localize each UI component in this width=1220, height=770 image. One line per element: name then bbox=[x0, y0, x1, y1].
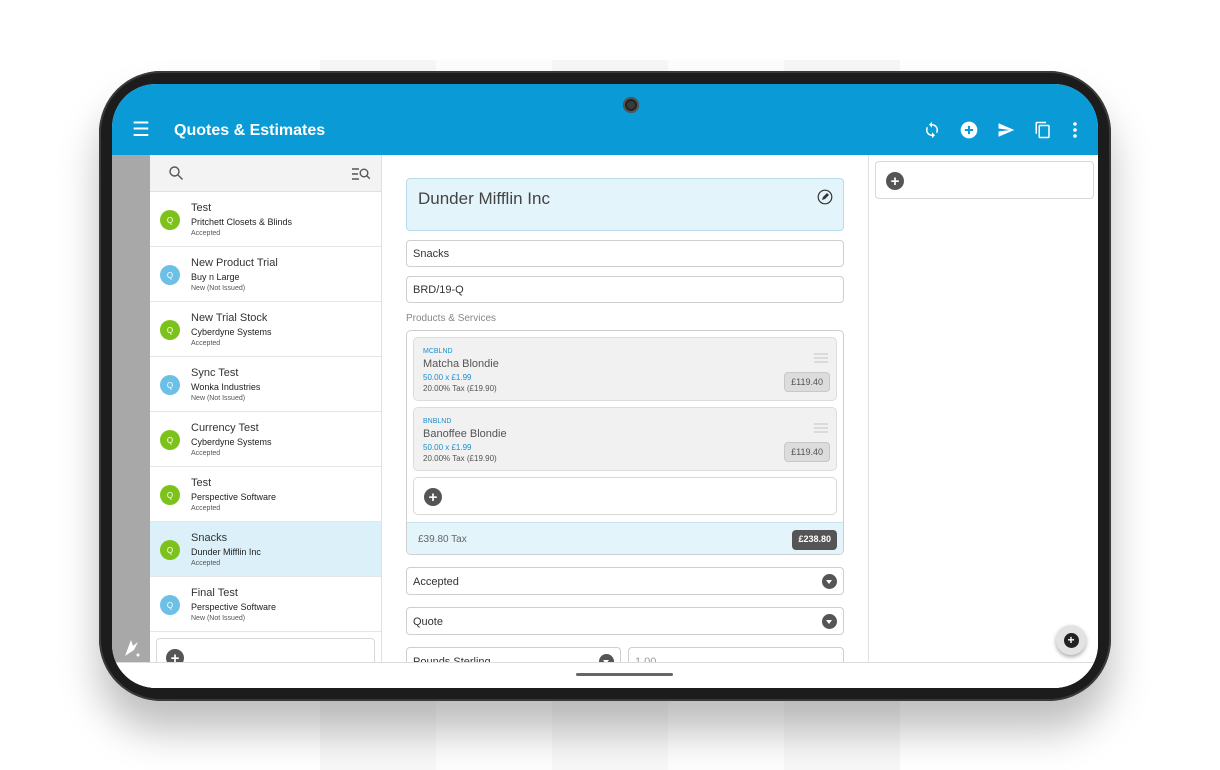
quote-status: Accepted bbox=[191, 340, 221, 347]
drag-handle-icon[interactable] bbox=[814, 420, 828, 433]
product-code: BNBLND bbox=[423, 418, 452, 425]
quote-title: Currency Test bbox=[191, 422, 259, 434]
drag-handle-icon[interactable] bbox=[814, 350, 828, 363]
list-item[interactable]: Q Test Perspective Software Accepted bbox=[150, 467, 381, 522]
add-circle-icon[interactable] bbox=[957, 118, 981, 142]
product-name: Matcha Blondie bbox=[423, 358, 499, 370]
list-item[interactable]: Q New Trial Stock Cyberdyne Systems Accepte… bbox=[150, 302, 381, 357]
product-quantity: 50.00 x £1.99 bbox=[423, 373, 472, 382]
navigation-rail bbox=[112, 155, 150, 688]
filter-search-icon[interactable] bbox=[351, 166, 371, 182]
avatar: Q bbox=[160, 210, 180, 230]
avatar: Q bbox=[160, 540, 180, 560]
page-title: Quotes & Estimates bbox=[174, 122, 326, 139]
avatar: Q bbox=[160, 485, 180, 505]
quote-customer: Cyberdyne Systems bbox=[191, 327, 272, 337]
stage: ☰ Quotes & Estimates Q Test Pritchett Cl… bbox=[0, 0, 1220, 770]
quote-customer: Perspective Software bbox=[191, 602, 277, 612]
tax-total: £39.80 Tax bbox=[418, 534, 467, 545]
product-tax: 20.00% Tax (£19.90) bbox=[423, 454, 497, 463]
product-amount-badge: £119.40 bbox=[784, 442, 830, 462]
list-item[interactable]: Q Final Test Perspective Software New (Not … bbox=[150, 577, 381, 632]
floating-add-button[interactable]: + bbox=[1056, 625, 1086, 655]
quote-status: Accepted bbox=[191, 505, 221, 512]
grand-total-badge: £238.80 bbox=[792, 530, 837, 550]
camera-icon bbox=[623, 97, 639, 113]
list-item[interactable]: Q Sync Test Wonka Industries New (Not Issue… bbox=[150, 357, 381, 412]
quote-customer: Cyberdyne Systems bbox=[191, 437, 272, 447]
system-nav-bar bbox=[112, 662, 1098, 688]
more-vert-icon[interactable] bbox=[1063, 118, 1087, 142]
totals-bar: £39.80 Tax £238.80 bbox=[407, 522, 843, 554]
quote-status: New (Not Issued) bbox=[191, 615, 246, 622]
menu-icon[interactable]: ☰ bbox=[132, 120, 150, 140]
product-line[interactable]: BNBLND Banoffee Blondie 50.00 x £1.99 20.00… bbox=[413, 407, 837, 471]
quote-status: New (Not Issued) bbox=[191, 285, 246, 292]
quote-customer: Wonka Industries bbox=[191, 382, 261, 392]
chevron-down-icon[interactable] bbox=[822, 614, 837, 629]
status-value: Accepted bbox=[413, 576, 459, 588]
add-icon[interactable]: + bbox=[424, 488, 442, 506]
quote-title: Snacks bbox=[191, 532, 228, 544]
product-quantity: 50.00 x £1.99 bbox=[423, 443, 472, 452]
product-tax: 20.00% Tax (£19.90) bbox=[423, 384, 497, 393]
brand-logo-icon bbox=[122, 636, 142, 658]
copy-icon[interactable] bbox=[1031, 118, 1055, 142]
quote-customer: Dunder Mifflin Inc bbox=[191, 547, 261, 557]
type-select[interactable]: Quote bbox=[406, 607, 844, 635]
quote-customer: Buy n Large bbox=[191, 272, 240, 282]
list-item[interactable]: Q Test Pritchett Closets & Blinds Accepted bbox=[150, 192, 381, 247]
quote-customer: Perspective Software bbox=[191, 492, 277, 502]
list-item[interactable]: Q New Product Trial Buy n Large New (Not Is… bbox=[150, 247, 381, 302]
avatar: Q bbox=[160, 320, 180, 340]
type-value: Quote bbox=[413, 616, 443, 628]
search-bar bbox=[150, 155, 381, 192]
quote-list: Q Test Pritchett Closets & Blinds Accepted Q… bbox=[150, 155, 382, 688]
app-bar: ☰ Quotes & Estimates bbox=[112, 84, 1098, 155]
quote-title: New Trial Stock bbox=[191, 312, 268, 324]
quote-items: Q Test Pritchett Closets & Blinds Accepted Q… bbox=[150, 192, 381, 632]
edit-icon[interactable] bbox=[817, 189, 833, 205]
quote-title: Test bbox=[191, 477, 212, 489]
avatar: Q bbox=[160, 595, 180, 615]
product-name: Banoffee Blondie bbox=[423, 428, 507, 440]
send-icon[interactable] bbox=[994, 118, 1018, 142]
list-item[interactable]: Q Currency Test Cyberdyne Systems Accepted bbox=[150, 412, 381, 467]
product-code: MCBLND bbox=[423, 348, 453, 355]
side-panel: + + bbox=[868, 155, 1098, 688]
add-icon: + bbox=[1063, 632, 1079, 648]
quote-detail: Dunder Mifflin Inc Snacks BRD/19-Q Produ… bbox=[383, 155, 867, 688]
customer-name: Dunder Mifflin Inc bbox=[418, 189, 550, 208]
add-icon[interactable]: + bbox=[886, 172, 904, 190]
quote-status: New (Not Issued) bbox=[191, 395, 246, 402]
quote-title: Test bbox=[191, 202, 212, 214]
avatar: Q bbox=[160, 265, 180, 285]
quote-title: New Product Trial bbox=[191, 257, 278, 269]
quote-title: Final Test bbox=[191, 587, 238, 599]
customer-card[interactable]: Dunder Mifflin Inc bbox=[406, 178, 844, 231]
screen: ☰ Quotes & Estimates Q Test Pritchett Cl… bbox=[112, 84, 1098, 688]
side-add-row[interactable]: + bbox=[875, 161, 1094, 199]
chevron-down-icon[interactable] bbox=[822, 574, 837, 589]
product-line[interactable]: MCBLND Matcha Blondie 50.00 x £1.99 20.00% … bbox=[413, 337, 837, 401]
status-select[interactable]: Accepted bbox=[406, 567, 844, 595]
quote-customer: Pritchett Closets & Blinds bbox=[191, 217, 293, 227]
product-amount-badge: £119.40 bbox=[784, 372, 830, 392]
home-handle[interactable] bbox=[576, 673, 673, 676]
avatar: Q bbox=[160, 430, 180, 450]
reference-field[interactable]: BRD/19-Q bbox=[406, 276, 844, 303]
quote-title-field[interactable]: Snacks bbox=[406, 240, 844, 267]
quote-title: Sync Test bbox=[191, 367, 239, 379]
avatar: Q bbox=[160, 375, 180, 395]
list-item[interactable]: Q Snacks Dunder Mifflin Inc Accepted bbox=[150, 522, 381, 577]
quote-status: Accepted bbox=[191, 230, 221, 237]
products-label: Products & Services bbox=[406, 313, 497, 324]
search-icon[interactable] bbox=[168, 165, 184, 181]
quote-status: Accepted bbox=[191, 450, 221, 457]
add-product-row[interactable]: + bbox=[413, 477, 837, 515]
products-panel: MCBLND Matcha Blondie 50.00 x £1.99 20.00% … bbox=[406, 330, 844, 555]
sync-icon[interactable] bbox=[920, 118, 944, 142]
quote-status: Accepted bbox=[191, 560, 221, 567]
